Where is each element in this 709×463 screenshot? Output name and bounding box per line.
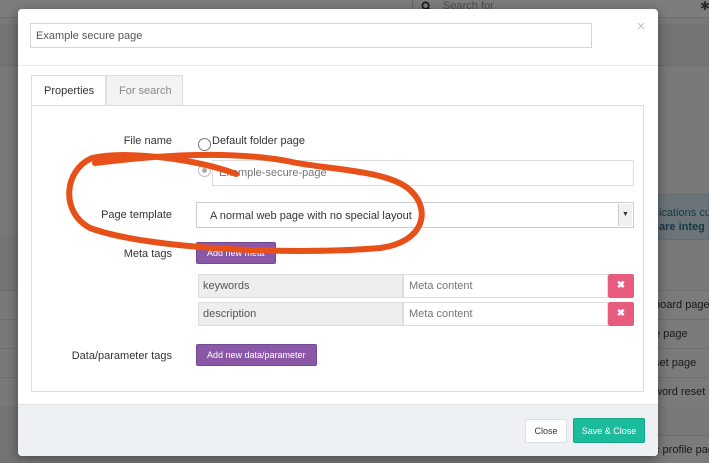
close-button[interactable]: Close — [525, 419, 567, 443]
page-properties-modal: × Properties For search File name Defaul… — [18, 9, 658, 456]
custom-filename-radio[interactable] — [198, 164, 211, 177]
delete-meta-button[interactable]: ✖ — [608, 302, 634, 326]
meta-content-input[interactable] — [403, 302, 608, 326]
save-and-close-button[interactable]: Save & Close — [573, 418, 645, 443]
data-parameter-tags-label: Data/parameter tags — [71, 350, 172, 362]
file-name-label: File name — [123, 135, 172, 147]
meta-content-input[interactable] — [403, 274, 608, 298]
add-meta-button[interactable]: Add new meta — [196, 242, 276, 264]
add-data-parameter-button[interactable]: Add new data/parameter — [196, 344, 317, 366]
page-title-input[interactable] — [30, 23, 592, 48]
page-template-selected: A normal web page with no special layout — [210, 210, 412, 222]
meta-key-input[interactable] — [198, 274, 403, 298]
properties-pane: File name Default folder page Page templ… — [31, 105, 644, 392]
header-divider — [18, 65, 658, 66]
default-folder-page-label: Default folder page — [212, 135, 305, 147]
modal-footer: Close Save & Close — [18, 404, 658, 456]
tab-for-search[interactable]: For search — [106, 75, 183, 106]
page-template-select[interactable]: A normal web page with no special layout… — [196, 202, 634, 228]
meta-tags-label: Meta tags — [123, 248, 172, 260]
default-folder-page-radio[interactable] — [198, 138, 211, 151]
page-template-label: Page template — [101, 209, 172, 221]
close-icon[interactable]: × — [634, 19, 648, 34]
filename-input[interactable] — [212, 160, 634, 186]
chevron-down-icon: ▼ — [618, 204, 632, 226]
tab-properties[interactable]: Properties — [31, 75, 106, 106]
meta-key-input[interactable] — [198, 302, 403, 326]
delete-meta-button[interactable]: ✖ — [608, 274, 634, 298]
